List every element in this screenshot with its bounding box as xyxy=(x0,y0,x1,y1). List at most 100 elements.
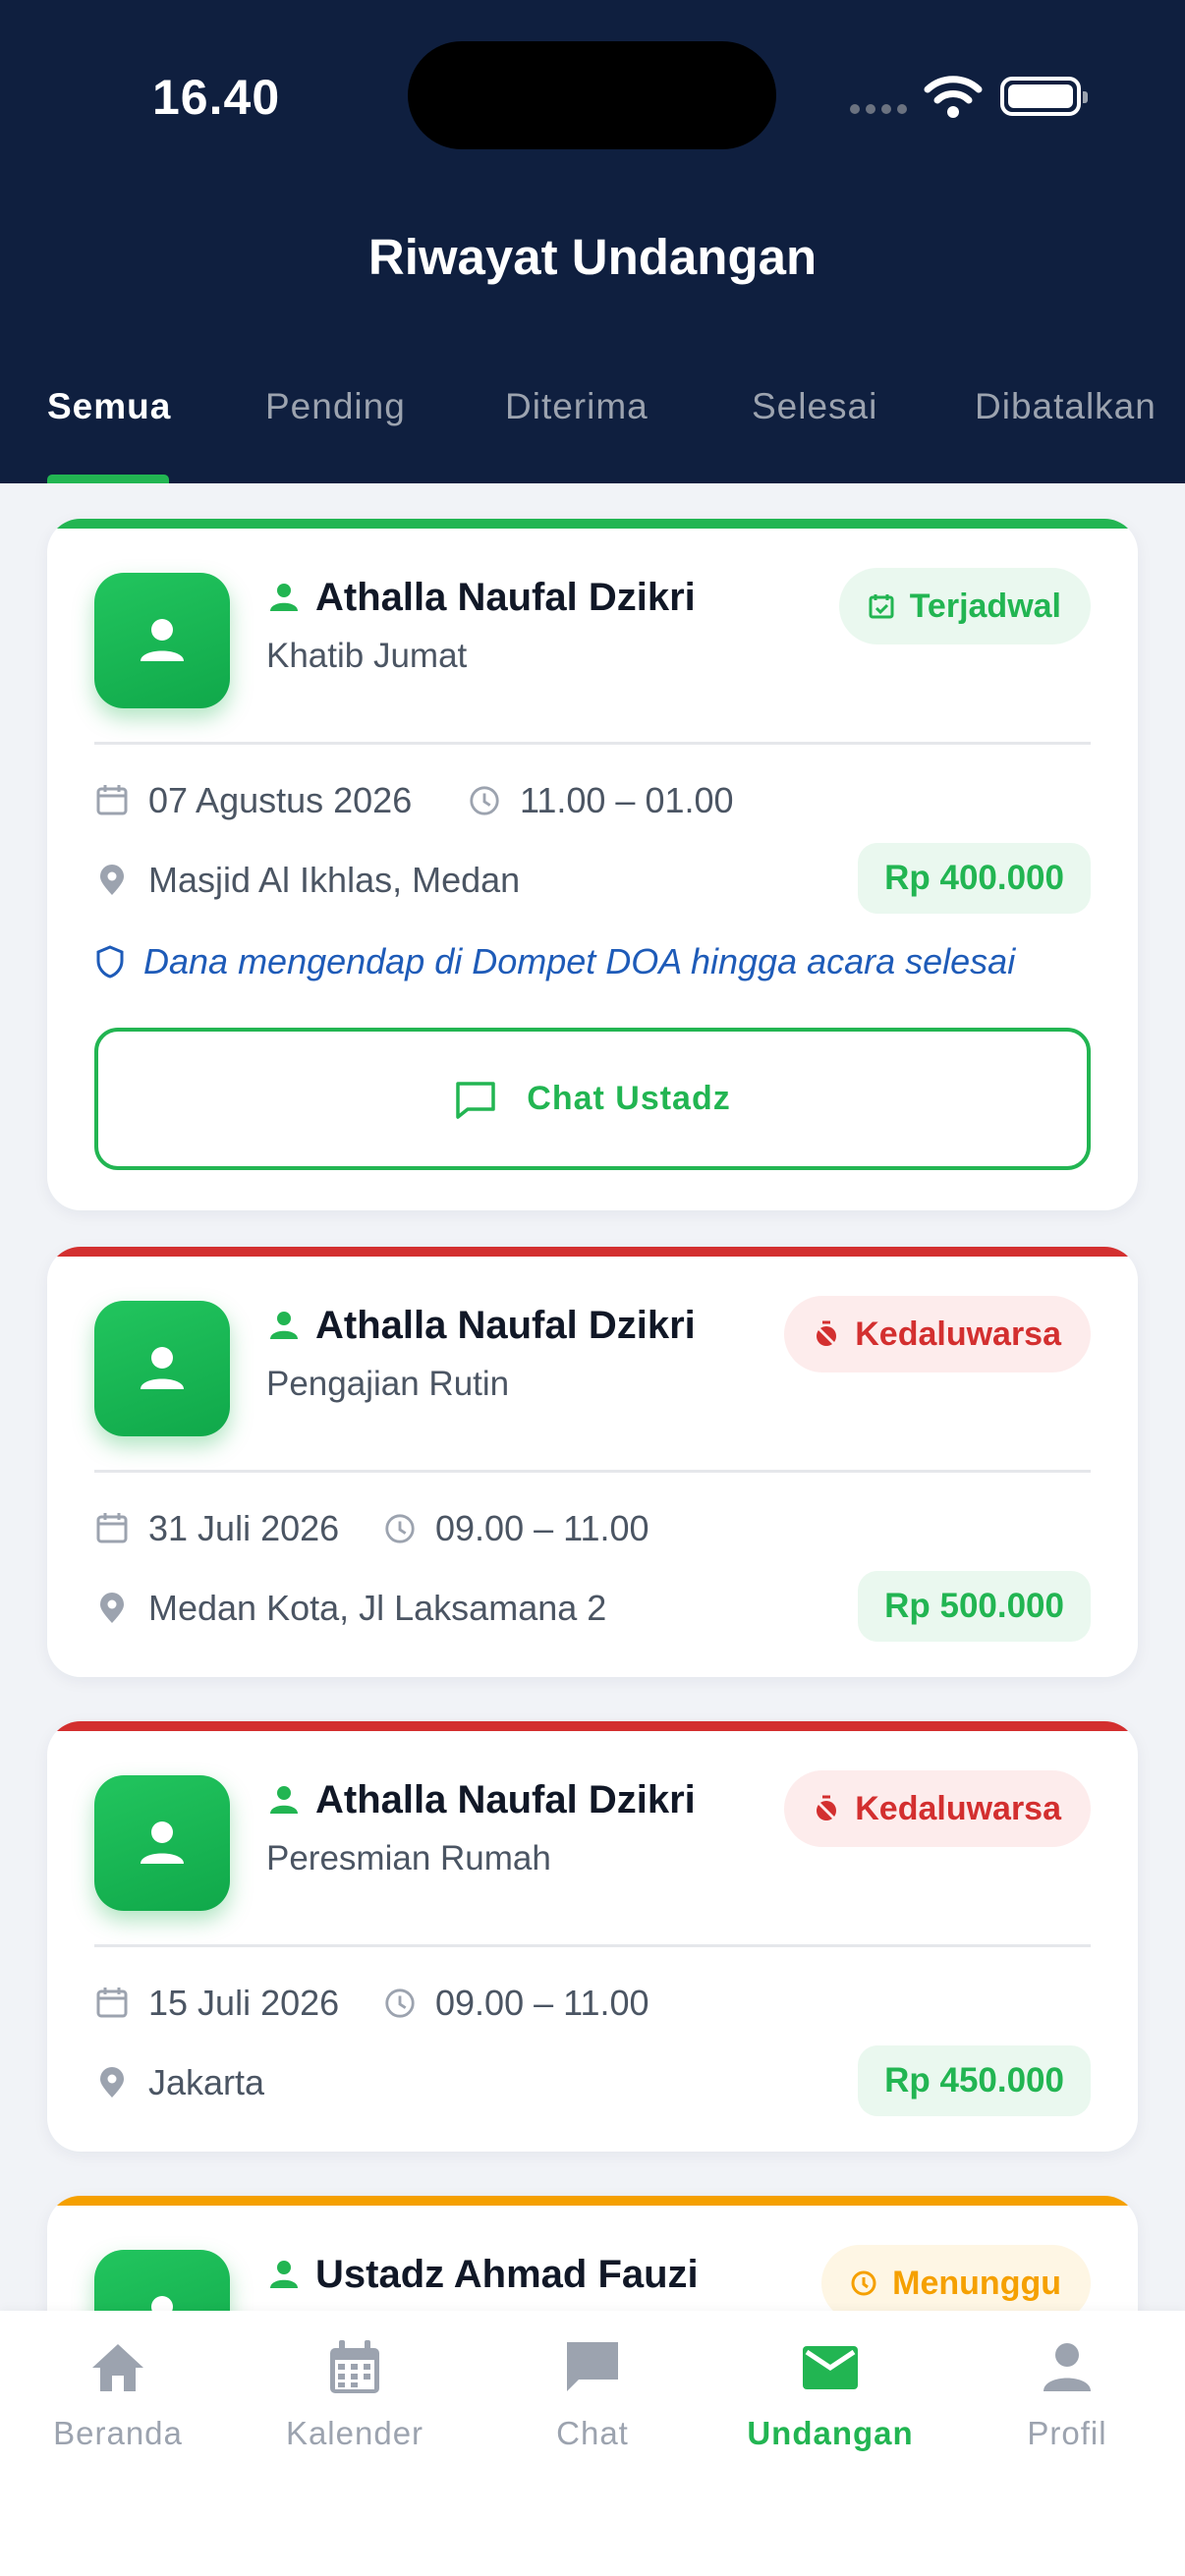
status-stripe xyxy=(47,519,1138,529)
status-badge: Kedaluwarsa xyxy=(784,1296,1091,1372)
person-icon xyxy=(270,1312,298,1339)
escrow-note-text: Dana mengendap di Dompet DOA hingga acar… xyxy=(143,941,1016,981)
status-badge: Kedaluwarsa xyxy=(784,1770,1091,1847)
status-badge: Menunggu xyxy=(821,2245,1091,2311)
cellular-signal-icon xyxy=(850,104,907,114)
nav-label: Beranda xyxy=(53,2415,183,2451)
person-icon xyxy=(270,584,298,611)
status-badge-label: Menunggu xyxy=(892,2264,1061,2302)
chat-icon xyxy=(456,1081,496,1119)
timer-off-icon xyxy=(815,1795,839,1823)
person-icon xyxy=(270,1786,298,1814)
avatar xyxy=(94,573,230,708)
tab-semua[interactable]: Semua xyxy=(47,386,171,427)
calendar-icon xyxy=(96,1513,128,1543)
battery-icon xyxy=(1000,77,1088,116)
user-icon xyxy=(141,1821,184,1864)
calendar-icon xyxy=(330,2340,379,2393)
nav-label: Kalender xyxy=(285,2415,424,2451)
shield-icon xyxy=(96,945,124,979)
status-stripe xyxy=(47,2196,1138,2206)
event-location: Medan Kota, Jl Laksamana 2 xyxy=(148,1588,607,1628)
event-time: 11.00 – 01.00 xyxy=(520,780,734,820)
divider xyxy=(94,1944,1091,1947)
clock-icon xyxy=(385,1988,415,2018)
location-pin-icon xyxy=(100,2067,124,2098)
bottom-navigation: Beranda Kalender Chat Undangan Profil xyxy=(0,2311,1185,2576)
event-location: Jakarta xyxy=(148,2062,265,2102)
nav-label: Chat xyxy=(556,2415,629,2451)
active-tab-indicator xyxy=(47,475,169,483)
divider xyxy=(94,1470,1091,1473)
location-pin-icon xyxy=(100,1593,124,1623)
user-icon xyxy=(151,2296,173,2311)
tab-dibatalkan[interactable]: Dibatalkan xyxy=(975,386,1157,427)
divider xyxy=(94,742,1091,745)
avatar xyxy=(94,2250,230,2311)
ustadz-name: Athalla Naufal Dzikri xyxy=(315,1778,696,1821)
app-header: 16.40 Riwayat Undangan Semua Pending Dit… xyxy=(0,0,1185,483)
event-type: Peresmian Rumah xyxy=(266,1839,551,1877)
home-icon xyxy=(92,2344,143,2391)
tab-pending[interactable]: Pending xyxy=(265,386,406,427)
tab-diterima[interactable]: Diterima xyxy=(505,386,649,427)
nav-kalender[interactable]: Kalender xyxy=(256,2338,453,2452)
avatar xyxy=(94,1775,230,1911)
person-icon xyxy=(1044,2343,1091,2391)
nav-label: Undangan xyxy=(747,2415,914,2451)
event-date: 31 Juli 2026 xyxy=(148,1508,340,1548)
clock-icon xyxy=(385,1514,415,1543)
price-badge: Rp 400.000 xyxy=(858,843,1091,914)
chat-ustadz-label: Chat Ustadz xyxy=(527,1080,731,1117)
event-location: Masjid Al Ikhlas, Medan xyxy=(148,860,521,900)
event-time: 09.00 – 11.00 xyxy=(435,1983,649,2023)
nav-undangan[interactable]: Undangan xyxy=(732,2338,929,2452)
escrow-note: Dana mengendap di Dompet DOA hingga acar… xyxy=(94,941,1015,982)
invitation-list[interactable]: Athalla Naufal Dzikri Khatib Jumat Terja… xyxy=(0,483,1185,2311)
nav-chat[interactable]: Chat xyxy=(494,2338,691,2452)
clock-icon xyxy=(470,786,499,815)
event-time: 09.00 – 11.00 xyxy=(435,1508,649,1548)
nav-beranda[interactable]: Beranda xyxy=(20,2338,216,2452)
dynamic-island xyxy=(408,41,776,149)
ustadz-name: Athalla Naufal Dzikri xyxy=(315,1304,696,1347)
status-time: 16.40 xyxy=(152,70,281,125)
event-date: 07 Agustus 2026 xyxy=(148,780,413,820)
status-bar: 16.40 xyxy=(0,0,1185,167)
status-badge: Terjadwal xyxy=(838,568,1091,644)
nav-label: Profil xyxy=(1027,2415,1107,2451)
tab-selesai[interactable]: Selesai xyxy=(752,386,877,427)
wifi-icon xyxy=(924,76,983,118)
event-type: Khatib Jumat xyxy=(266,637,468,675)
calendar-check-icon xyxy=(869,594,894,619)
invitation-card[interactable]: Athalla Naufal Dzikri Pengajian Rutin Ke… xyxy=(47,1247,1138,1677)
user-icon xyxy=(141,1347,184,1389)
price-badge: Rp 500.000 xyxy=(858,1571,1091,1642)
mail-icon xyxy=(803,2346,858,2389)
person-icon xyxy=(270,2261,298,2288)
calendar-icon xyxy=(96,785,128,815)
calendar-icon xyxy=(96,1988,128,2018)
clock-icon xyxy=(851,2270,876,2296)
nav-profil[interactable]: Profil xyxy=(969,2338,1165,2452)
event-type: Pengajian Rutin xyxy=(266,1365,510,1403)
status-badge-label: Kedaluwarsa xyxy=(855,1789,1061,1827)
location-pin-icon xyxy=(100,865,124,895)
ustadz-name: Ustadz Ahmad Fauzi xyxy=(315,2253,699,2296)
status-stripe xyxy=(47,1721,1138,1731)
status-badge-label: Terjadwal xyxy=(909,587,1061,625)
status-tabs: Semua Pending Diterima Selesai Dibatalka… xyxy=(0,378,1185,483)
status-stripe xyxy=(47,1247,1138,1257)
user-icon xyxy=(141,619,184,661)
status-badge-label: Kedaluwarsa xyxy=(855,1315,1061,1353)
invitation-card[interactable]: Ustadz Ahmad Fauzi Menunggu xyxy=(47,2196,1138,2311)
invitation-card[interactable]: Athalla Naufal Dzikri Khatib Jumat Terja… xyxy=(47,519,1138,1210)
timer-off-icon xyxy=(815,1320,839,1349)
chat-ustadz-button[interactable]: Chat Ustadz xyxy=(94,1028,1091,1170)
chat-icon xyxy=(567,2342,618,2391)
ustadz-name: Athalla Naufal Dzikri xyxy=(315,576,696,619)
avatar xyxy=(94,1301,230,1436)
price-badge: Rp 450.000 xyxy=(858,2045,1091,2116)
event-date: 15 Juli 2026 xyxy=(148,1983,340,2023)
invitation-card[interactable]: Athalla Naufal Dzikri Peresmian Rumah Ke… xyxy=(47,1721,1138,2152)
